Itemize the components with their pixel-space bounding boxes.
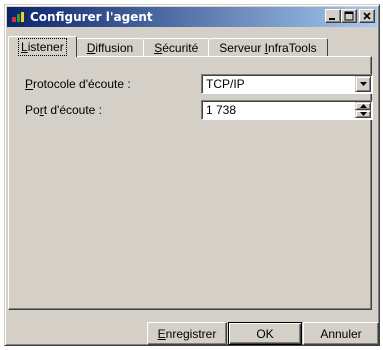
tab-listener[interactable]: Listener — [8, 36, 77, 57]
tab-serveur-infratools[interactable]: Serveur InfraTools — [208, 38, 328, 57]
tab-label: Listener — [18, 38, 67, 56]
protocol-select[interactable]: TCP/IP — [201, 74, 373, 94]
protocol-value: TCP/IP — [206, 77, 245, 91]
tab-diffusion[interactable]: Diffusion — [75, 38, 145, 57]
tab-strip: Listener Diffusion Sécurité Serveur Infr… — [8, 35, 328, 57]
port-increment-button[interactable] — [355, 102, 371, 110]
close-button[interactable] — [359, 9, 375, 23]
window-title: Configurer l'agent — [30, 10, 153, 24]
chevron-down-icon — [360, 82, 367, 86]
maximize-icon — [344, 11, 354, 21]
tab-label: Sécurité — [154, 41, 199, 55]
port-decrement-button[interactable] — [355, 110, 371, 118]
arrow-down-icon — [360, 112, 367, 116]
save-button[interactable]: Enregistrer — [147, 322, 227, 345]
title-bar[interactable]: Configurer l'agent — [7, 7, 377, 27]
cancel-button[interactable]: Annuler — [303, 322, 379, 345]
maximize-button[interactable] — [341, 9, 357, 23]
tab-securite[interactable]: Sécurité — [143, 38, 210, 57]
arrow-up-icon — [360, 104, 367, 108]
port-value: 1 738 — [206, 103, 237, 117]
close-icon — [363, 12, 371, 20]
listener-tab-panel — [8, 56, 372, 310]
protocol-label: Protocole d'écoute : — [25, 77, 131, 91]
tab-label: Diffusion — [86, 41, 134, 55]
protocol-dropdown-button[interactable] — [355, 76, 371, 92]
minimize-icon — [329, 18, 335, 20]
port-label: Port d'écoute : — [25, 103, 103, 117]
ok-button[interactable]: OK — [228, 322, 302, 345]
agent-app-icon — [11, 10, 25, 24]
port-spinner[interactable]: 1 738 — [201, 100, 373, 120]
minimize-button[interactable] — [325, 9, 341, 23]
tab-label: Serveur InfraTools — [219, 41, 317, 55]
